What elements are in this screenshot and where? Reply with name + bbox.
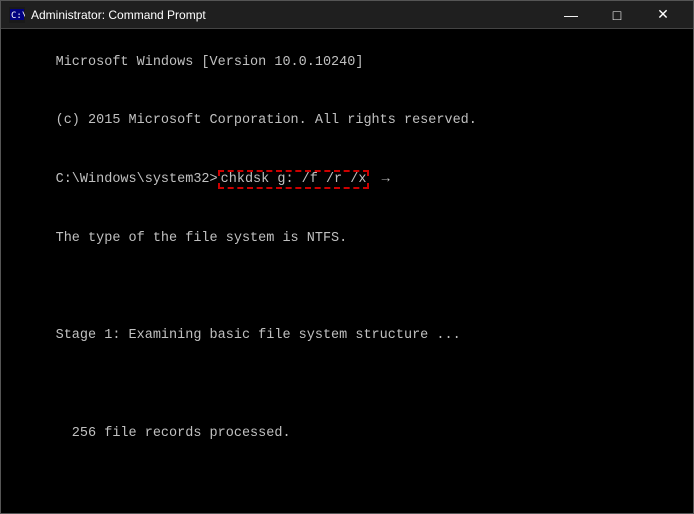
terminal-output: Microsoft Windows [Version 10.0.10240] (… — [7, 33, 687, 513]
maximize-button[interactable]: □ — [595, 1, 639, 29]
cmd-highlighted: chkdsk g: /f /r /x — [218, 170, 370, 189]
title-bar: C:\ Administrator: Command Prompt — □ ✕ — [1, 1, 693, 29]
cmd-icon: C:\ — [9, 7, 25, 23]
svg-text:C:\: C:\ — [11, 11, 25, 21]
line-fs-type: The type of the file system is NTFS. — [56, 231, 348, 246]
line-stage1: Stage 1: Examining basic file system str… — [56, 328, 461, 343]
line-win-version: Microsoft Windows [Version 10.0.10240] — [56, 55, 364, 70]
window-title: Administrator: Command Prompt — [31, 8, 549, 22]
cmd-window: C:\ Administrator: Command Prompt — □ ✕ … — [0, 0, 694, 514]
line-copyright: (c) 2015 Microsoft Corporation. All righ… — [56, 113, 477, 128]
terminal-body[interactable]: Microsoft Windows [Version 10.0.10240] (… — [1, 29, 693, 513]
minimize-button[interactable]: — — [549, 1, 593, 29]
line-file-records: 256 file records processed. — [56, 426, 291, 441]
line-prompt: C:\Windows\system32>chkdsk g: /f /r /x — [56, 170, 370, 189]
close-button[interactable]: ✕ — [641, 1, 685, 29]
window-controls: — □ ✕ — [549, 1, 685, 29]
cursor-arrow: → — [373, 170, 389, 190]
